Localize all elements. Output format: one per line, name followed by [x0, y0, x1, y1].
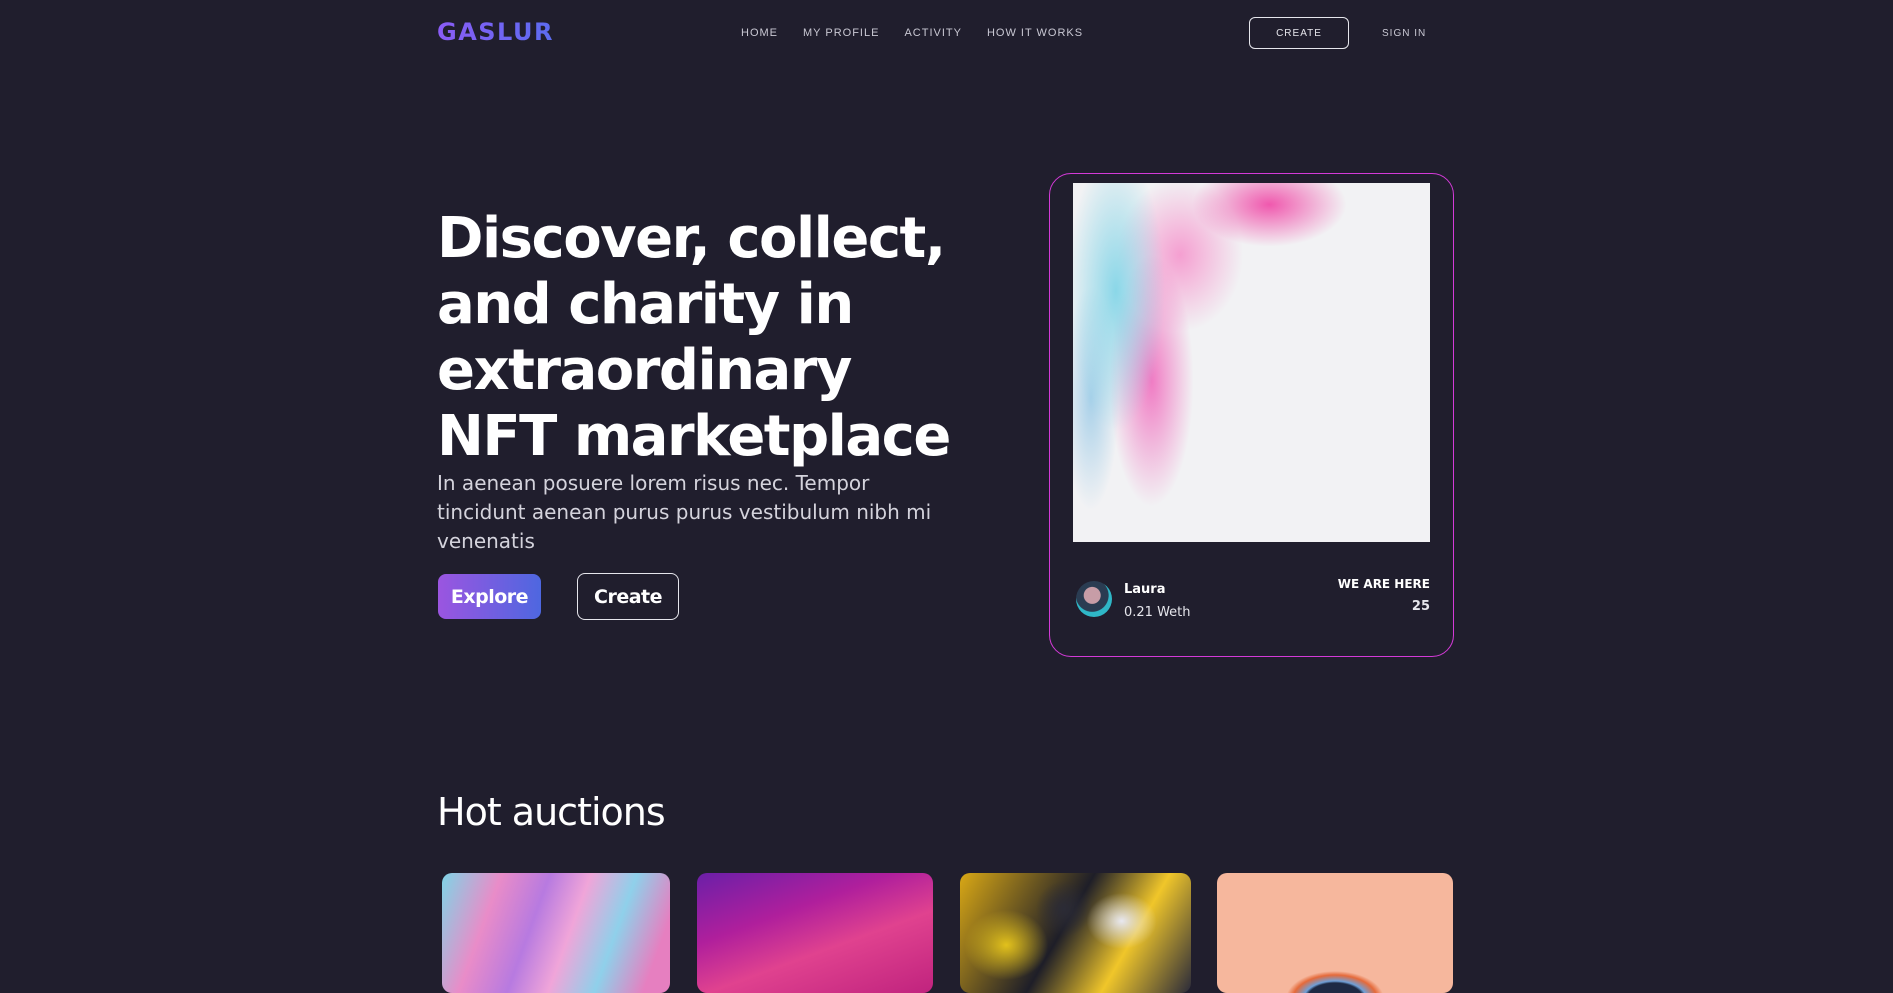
create-nav-button[interactable]: CREATE	[1249, 17, 1349, 49]
featured-artwork[interactable]	[1073, 183, 1430, 542]
featured-count: 25	[1411, 599, 1430, 614]
create-button[interactable]: Create	[577, 573, 679, 620]
nav-activity[interactable]: ACTIVITY	[904, 27, 962, 39]
auction-card[interactable]	[1217, 873, 1453, 993]
auction-artwork	[1217, 873, 1453, 993]
nav-how-it-works[interactable]: HOW IT WORKS	[987, 27, 1083, 39]
auction-card[interactable]	[442, 873, 670, 993]
auction-card[interactable]	[960, 873, 1191, 993]
auction-artwork	[442, 873, 670, 993]
featured-label: WE ARE HERE	[1337, 577, 1430, 591]
sign-in-link[interactable]: SIGN IN	[1382, 28, 1426, 39]
owner-price: 0.21 Weth	[1124, 605, 1191, 620]
explore-button[interactable]: Explore	[438, 574, 541, 619]
hero-title: Discover, collect, and charity in extrao…	[437, 206, 951, 469]
owner-avatar[interactable]	[1076, 581, 1112, 617]
main-nav: HOME MY PROFILE ACTIVITY HOW IT WORKS	[741, 27, 1083, 39]
hot-auctions-title: Hot auctions	[437, 790, 666, 834]
auction-artwork	[960, 873, 1191, 993]
auction-artwork	[697, 873, 933, 993]
nav-my-profile[interactable]: MY PROFILE	[803, 27, 879, 39]
nav-home[interactable]: HOME	[741, 27, 778, 39]
auction-card[interactable]	[697, 873, 933, 993]
owner-name: Laura	[1124, 582, 1166, 597]
logo[interactable]: GASLUR	[437, 18, 554, 46]
hero-subtitle: In aenean posuere lorem risus nec. Tempo…	[437, 471, 932, 553]
